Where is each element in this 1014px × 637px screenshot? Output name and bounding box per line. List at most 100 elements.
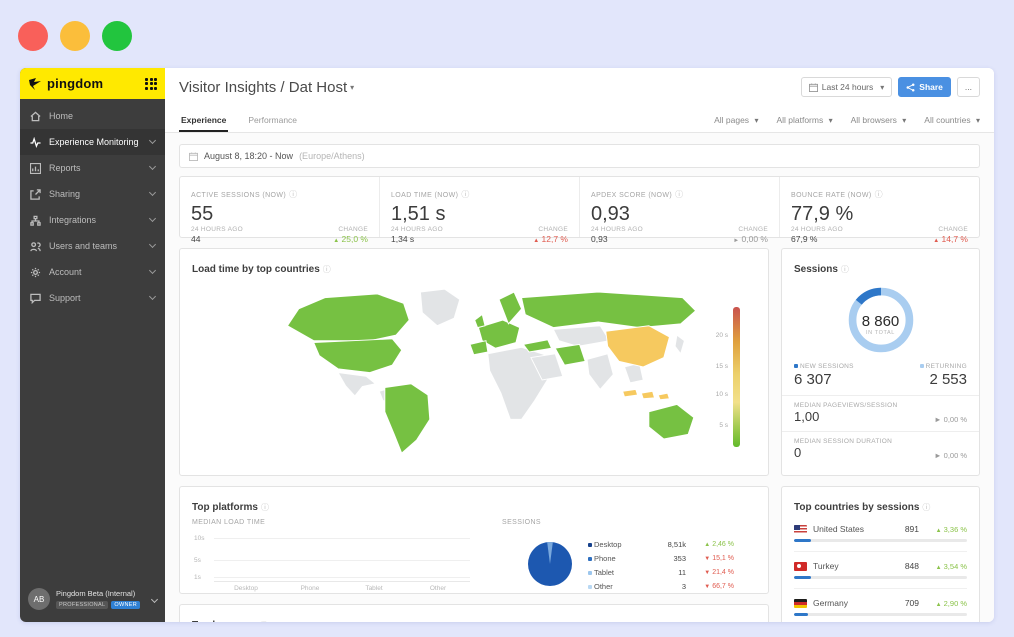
calendar-icon (189, 152, 198, 161)
sidebar-item-sharing[interactable]: Sharing (20, 181, 165, 207)
maximize-window-button[interactable] (102, 21, 132, 51)
germany-flag-icon (794, 599, 807, 608)
country-row-turkey[interactable]: Turkey848▲ 3,54 % (794, 561, 967, 579)
sidebar-item-reports[interactable]: Reports (20, 155, 165, 181)
change-arrow-icon: ▲ (933, 238, 939, 244)
load-time-map-panel: Load time by top countriesⓘ (179, 248, 769, 476)
median-pageviews-stat: MEDIAN PAGEVIEWS/SESSION 1,00► 0,00 % (794, 402, 967, 424)
sidebar-item-home[interactable]: Home (20, 103, 165, 129)
sidebar-item-users-and-teams[interactable]: Users and teams (20, 233, 165, 259)
country-row-germany[interactable]: Germany709▲ 2,90 % (794, 598, 967, 616)
account-switcher[interactable]: AB Pingdom Beta (Internal) PROFESSIONAL … (20, 578, 165, 622)
close-window-button[interactable] (18, 21, 48, 51)
sidebar-item-label: Sharing (49, 189, 80, 199)
bar-chart-icon (30, 163, 41, 174)
date-range-bar[interactable]: August 8, 18:20 - Now (Europe/Athens) (179, 144, 980, 168)
info-icon[interactable]: ⓘ (675, 190, 683, 199)
share-button[interactable]: Share (898, 77, 951, 97)
info-icon[interactable]: ⓘ (841, 265, 849, 274)
info-icon[interactable]: ⓘ (323, 265, 331, 274)
share-label: Share (919, 82, 943, 92)
legend-tick: 5 s (719, 422, 728, 429)
title-dropdown-icon[interactable]: ▾ (350, 83, 354, 92)
filter-all-countries[interactable]: All countries ▾ (924, 115, 980, 125)
kpi-label: LOAD TIME (NOW) (391, 192, 458, 199)
chevron-down-icon: ▾ (880, 83, 884, 92)
platforms-legend: Desktop 8,51k ▲ 2,46 % Phone 353 ▼ 15,1 … (588, 537, 756, 593)
app-switcher-icon[interactable] (145, 78, 157, 90)
kpi-ago-label: 24 HOURS AGO (791, 226, 843, 233)
legend-name: Phone (594, 554, 616, 563)
info-icon[interactable]: ⓘ (289, 190, 297, 199)
panel-title: Top platforms (192, 502, 258, 513)
panel-title: Sessions (794, 264, 838, 275)
legend-dot (920, 364, 924, 368)
country-progress-bar (794, 613, 967, 616)
info-icon[interactable]: ⓘ (260, 621, 268, 622)
legend-row-other: Other 3 ▼ 66,7 % (588, 579, 756, 593)
more-options-button[interactable]: ... (957, 77, 980, 97)
sidebar-item-experience-monitoring[interactable]: Experience Monitoring (20, 129, 165, 155)
legend-change: 21,4 % (712, 569, 734, 576)
share-icon (906, 83, 915, 92)
kpi-ago-label: 24 HOURS AGO (191, 226, 243, 233)
chevron-down-icon (149, 267, 156, 274)
legend-dot (588, 557, 592, 561)
kpi-ago-value: 0,93 (591, 234, 643, 244)
tab-experience[interactable]: Experience (179, 115, 228, 132)
legend-row-phone: Phone 353 ▼ 15,1 % (588, 551, 756, 565)
sessions-pie-chart[interactable] (526, 540, 574, 588)
sidebar-item-account[interactable]: Account (20, 259, 165, 285)
sidebar-item-label: Integrations (49, 215, 96, 225)
country-row-united-states[interactable]: United States891▲ 3,36 % (794, 524, 967, 542)
sidebar: pingdom Home Experience Monitoring Repor… (20, 68, 165, 622)
sidebar-item-label: Account (49, 267, 82, 277)
filter-all-pages[interactable]: All pages ▾ (714, 115, 758, 125)
plan-badge: PROFESSIONAL (56, 601, 108, 609)
legend-change: 15,1 % (712, 555, 734, 562)
legend-row-tablet: Tablet 11 ▼ 21,4 % (588, 565, 756, 579)
sessions-panel: Sessionsⓘ 8 860 IN TOTAL (781, 248, 980, 476)
main-content: Visitor Insights / Dat Host ▾ Last 24 ho… (165, 68, 994, 622)
timezone-text: (Europe/Athens) (299, 151, 365, 161)
pulse-icon (30, 137, 41, 148)
info-icon[interactable]: ⓘ (461, 190, 469, 199)
chevron-down-icon (149, 215, 156, 222)
x-category: Tablet (357, 585, 391, 592)
x-category: Other (421, 585, 455, 592)
info-icon[interactable]: ⓘ (261, 503, 269, 512)
y-tick: 10s (194, 535, 204, 542)
filter-all-browsers[interactable]: All browsers ▾ (851, 115, 907, 125)
kpi-change-label: CHANGE (933, 226, 968, 233)
legend-value: 353 (646, 554, 686, 563)
sidebar-item-support[interactable]: Support (20, 285, 165, 311)
minimize-window-button[interactable] (60, 21, 90, 51)
kpi-label: APDEX SCORE (NOW) (591, 192, 672, 199)
window-controls (18, 21, 132, 51)
calendar-icon (809, 83, 818, 92)
page-header: Visitor Insights / Dat Host ▾ Last 24 ho… (165, 68, 994, 106)
page-title: Visitor Insights / Dat Host (179, 79, 347, 96)
kpi-change-label: CHANGE (533, 226, 568, 233)
time-range-button[interactable]: Last 24 hours ▾ (801, 77, 893, 97)
kpi-value: 77,9 % (791, 203, 968, 226)
logo-bar: pingdom (20, 68, 165, 99)
returning-sessions-stat: RETURNING 2 553 (920, 363, 967, 388)
info-icon[interactable]: ⓘ (875, 190, 883, 199)
kpi-change-value: 25,0 % (342, 234, 368, 244)
gear-icon (30, 267, 41, 278)
filter-all-platforms[interactable]: All platforms ▾ (776, 115, 832, 125)
sidebar-item-integrations[interactable]: Integrations (20, 207, 165, 233)
sidebar-item-label: Experience Monitoring (49, 137, 139, 147)
new-sessions-stat: NEW SESSIONS 6 307 (794, 363, 854, 388)
users-icon (30, 241, 41, 252)
info-icon[interactable]: ⓘ (922, 503, 930, 512)
sessions-donut-chart[interactable] (846, 285, 916, 355)
tab-performance[interactable]: Performance (246, 115, 299, 132)
legend-tick: 20 s (716, 332, 728, 339)
time-range-label: Last 24 hours (822, 82, 874, 92)
world-map-choropleth[interactable] (280, 285, 720, 461)
kpi-change-label: CHANGE (333, 226, 368, 233)
change-arrow-icon: ▲ (704, 542, 710, 548)
account-name: Pingdom Beta (Internal) (56, 589, 140, 599)
